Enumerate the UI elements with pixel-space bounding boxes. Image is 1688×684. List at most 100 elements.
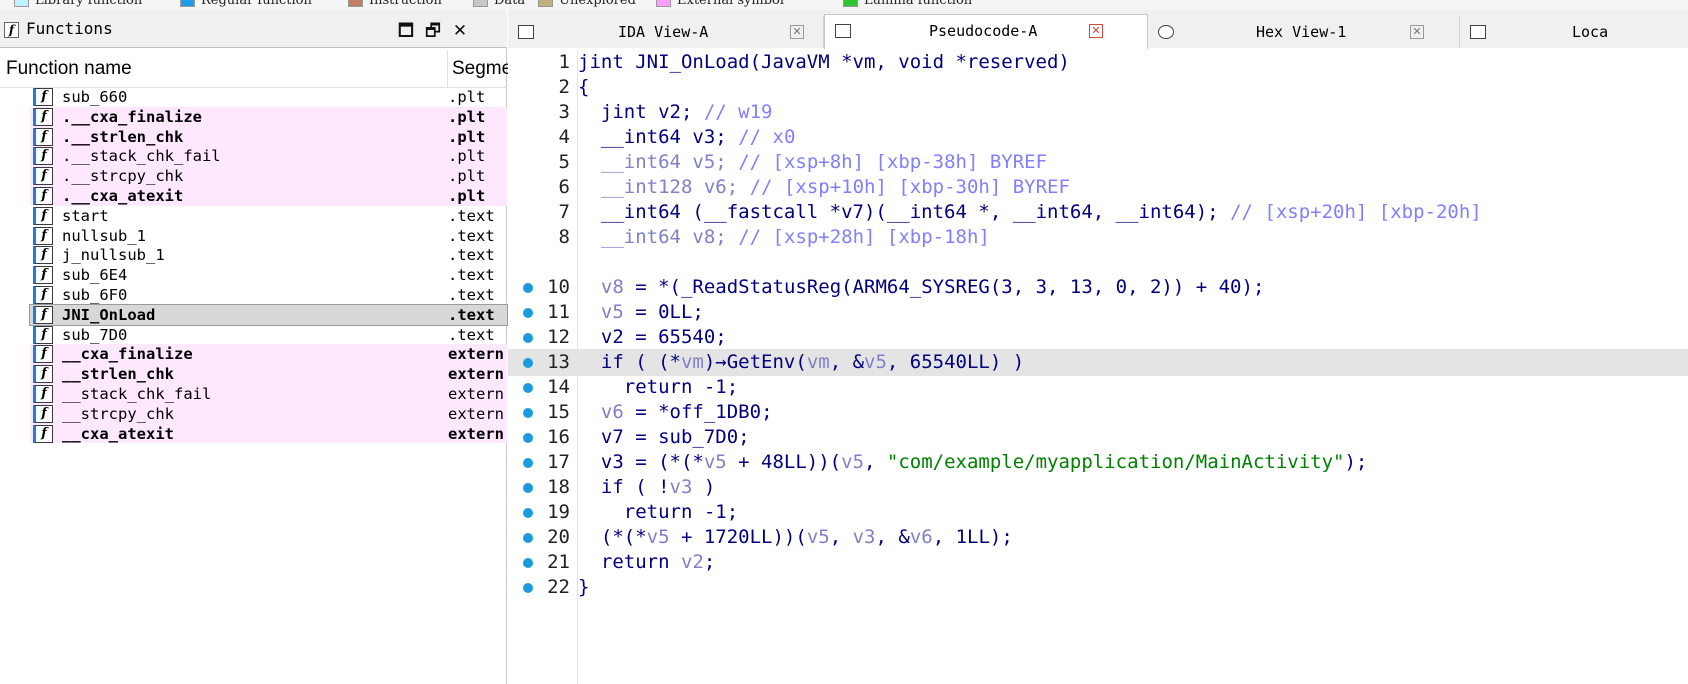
legend-item: Library function [14, 0, 142, 8]
code-line[interactable]: 15 v6 = *off_1DB0; [508, 399, 1688, 426]
code-line[interactable]: 19 return -1; [508, 499, 1688, 526]
code-line[interactable]: 13 if ( (*vm)→GetEnv(vm, &v5, 65540LL) ) [508, 349, 1688, 376]
code-line[interactable]: 11 v5 = 0LL; [508, 299, 1688, 326]
code-text: v5 = 0LL; [600, 301, 704, 323]
function-row[interactable]: f __strcpy_chk extern [30, 403, 507, 424]
function-segment: extern [448, 404, 504, 423]
code-text: jint JNI_OnLoad(JavaVM *vm, void *reserv… [578, 51, 1070, 73]
function-row[interactable]: f start .text [30, 206, 507, 226]
function-row[interactable]: f __stack_chk_fail extern [30, 383, 507, 404]
tab-ida-view-a[interactable]: IDA View-A ✕ [508, 16, 824, 48]
legend-swatch [180, 0, 195, 7]
code-line[interactable]: 14 return -1; [508, 374, 1688, 401]
legend-swatch [843, 0, 858, 7]
legend-swatch [14, 0, 29, 7]
code-text: __int64 v3; // x0 [600, 126, 796, 148]
function-row[interactable]: f __cxa_atexit extern [30, 423, 507, 444]
code-line[interactable]: 21 return v2; [508, 549, 1688, 576]
function-icon: f [33, 365, 53, 384]
code-line[interactable]: 3 jint v2; // w19 [508, 99, 1688, 126]
function-row[interactable]: f sub_660 .plt [30, 87, 507, 107]
tab-label: IDA View-A [618, 23, 709, 41]
line-number: 16 [547, 426, 570, 448]
code-line[interactable]: 12 v2 = 65540; [508, 324, 1688, 351]
function-row[interactable]: f nullsub_1 .text [30, 226, 507, 246]
function-icon: f [33, 404, 53, 423]
function-segment: .text [448, 305, 495, 324]
function-row[interactable]: f sub_6F0 .text [30, 285, 507, 305]
code-text: __int128 v6; // [xsp+10h] [xbp-30h] BYRE… [600, 176, 1070, 198]
function-row[interactable]: f .__cxa_finalize .plt [30, 106, 507, 127]
column-function-name[interactable]: Function name [6, 58, 132, 80]
tab-label: Hex View-1 [1256, 23, 1347, 41]
code-line[interactable]: 18 if ( !v3 ) [508, 474, 1688, 501]
code-line[interactable] [508, 249, 1688, 276]
line-number: 10 [547, 276, 570, 298]
tab-label: Pseudocode-A [929, 22, 1038, 40]
line-number: 20 [547, 526, 570, 548]
code-text: v2 = 65540; [600, 326, 727, 348]
restore-icon[interactable]: 🗗 [422, 20, 444, 42]
pseudocode-view[interactable]: 1 jint JNI_OnLoad(JavaVM *vm, void *reser… [508, 50, 1688, 684]
code-line[interactable]: 10 v8 = *(_ReadStatusReg(ARM64_SYSREG(3,… [508, 274, 1688, 301]
code-line[interactable]: 20 (*(*v5 + 1720LL))(v5, v3, &v6, 1LL); [508, 524, 1688, 551]
pseudocode-icon [835, 24, 851, 38]
code-line[interactable]: 7 __int64 (__fastcall *v7)(__int64 *, __… [508, 199, 1688, 226]
function-icon: f [33, 285, 53, 304]
code-text: return -1; [623, 376, 739, 398]
function-segment: .plt [448, 186, 486, 205]
function-row[interactable]: f .__strlen_chk .plt [30, 126, 507, 147]
tab-hex-view-1[interactable]: Hex View-1 ✕ [1148, 16, 1460, 48]
code-line[interactable]: 1 jint JNI_OnLoad(JavaVM *vm, void *reser… [508, 49, 1688, 76]
legend-swatch [348, 0, 363, 7]
function-icon: f [33, 127, 53, 146]
legend-item: Instruction [348, 0, 442, 8]
function-icon: f [33, 107, 53, 126]
function-row[interactable]: f .__strcpy_chk .plt [30, 166, 507, 186]
function-row[interactable]: f JNI_OnLoad .text [29, 303, 508, 326]
tab-local-types[interactable]: Loca [1460, 16, 1688, 48]
code-line[interactable]: 8 __int64 v8; // [xsp+28h] [xbp-18h] [508, 224, 1688, 251]
function-row[interactable]: f .__stack_chk_fail .plt [30, 146, 507, 167]
code-line[interactable]: 5 __int64 v5; // [xsp+8h] [xbp-38h] BYRE… [508, 149, 1688, 176]
function-name: sub_7D0 [62, 325, 128, 344]
function-row[interactable]: f j_nullsub_1 .text [30, 245, 507, 265]
close-tab-icon[interactable]: ✕ [1089, 24, 1103, 38]
close-tab-icon[interactable]: ✕ [1410, 25, 1424, 39]
line-number: 22 [547, 576, 570, 598]
function-row[interactable]: f __cxa_finalize extern [30, 344, 507, 365]
code-line[interactable]: 16 v7 = sub_7D0; [508, 424, 1688, 451]
color-legend: Library function Regular function Instruct… [0, 0, 1688, 10]
code-line[interactable]: 17 v3 = (*(*v5 + 48LL))(v5, "com/example… [508, 449, 1688, 476]
legend-item: Lumina function [843, 0, 972, 8]
maximize-icon[interactable]: 🗖 [395, 20, 417, 42]
local-types-icon [1470, 25, 1486, 39]
function-row[interactable]: f __strlen_chk extern [30, 364, 507, 384]
function-icon: f [4, 22, 19, 38]
legend-swatch [538, 0, 553, 7]
column-separator[interactable] [447, 50, 448, 88]
function-segment: .text [448, 266, 495, 285]
function-segment: .plt [448, 127, 486, 146]
line-number: 6 [558, 176, 570, 198]
function-name: start [62, 206, 109, 225]
code-line[interactable]: 4 __int64 v3; // x0 [508, 124, 1688, 151]
function-row[interactable]: f sub_7D0 .text [30, 325, 507, 345]
function-segment: extern [448, 384, 504, 403]
column-segment[interactable]: Segme [452, 58, 512, 80]
function-icon: f [33, 88, 53, 106]
line-number: 11 [547, 301, 570, 323]
legend-item: Regular function [180, 0, 312, 8]
close-icon[interactable]: ✕ [449, 20, 471, 42]
code-line[interactable]: 6 __int128 v6; // [xsp+10h] [xbp-30h] BY… [508, 174, 1688, 201]
function-row[interactable]: f .__cxa_atexit .plt [30, 185, 507, 206]
hex-view-icon [1158, 25, 1174, 39]
code-text: __int64 v8; // [xsp+28h] [xbp-18h] [600, 226, 990, 248]
code-line[interactable]: 2{ [508, 74, 1688, 101]
function-name: .__strlen_chk [62, 127, 184, 146]
function-row[interactable]: f sub_6E4 .text [30, 265, 507, 285]
close-tab-icon[interactable]: ✕ [790, 25, 804, 39]
line-number: 13 [547, 351, 570, 373]
code-line[interactable]: 22} [508, 574, 1688, 601]
tab-pseudocode-a[interactable]: Pseudocode-A ✕ [824, 14, 1148, 49]
